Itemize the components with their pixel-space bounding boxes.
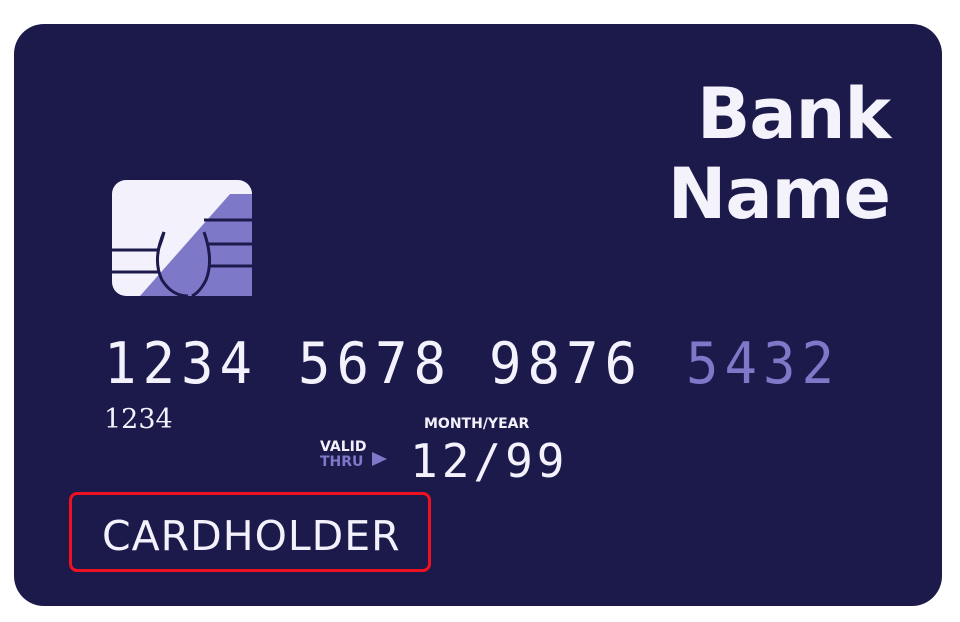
card-number-group-3: 9876 xyxy=(489,330,644,397)
card-number: 1234 5678 9876 5432 xyxy=(104,330,864,397)
card-number-group-2: 5678 xyxy=(298,330,453,397)
valid-label: VALID xyxy=(320,439,367,455)
card-number-small: 1234 xyxy=(104,404,173,435)
expiry-date: 12/99 xyxy=(410,434,569,488)
arrow-right-icon xyxy=(372,452,387,466)
thru-label: THRU xyxy=(320,454,364,470)
card-number-group-1: 1234 xyxy=(104,330,259,397)
chip-icon xyxy=(112,180,252,296)
month-year-label: MONTH/YEAR xyxy=(424,416,530,432)
card-number-group-4: 5432 xyxy=(686,330,841,397)
cardholder-name: CARDHOLDER xyxy=(102,512,401,560)
bank-name: Bank Name xyxy=(667,73,891,235)
credit-card: Bank Name 1234 5678 9876 5432 1234 MONTH… xyxy=(14,24,942,606)
valid-thru-label: VALID THRU xyxy=(320,440,366,470)
